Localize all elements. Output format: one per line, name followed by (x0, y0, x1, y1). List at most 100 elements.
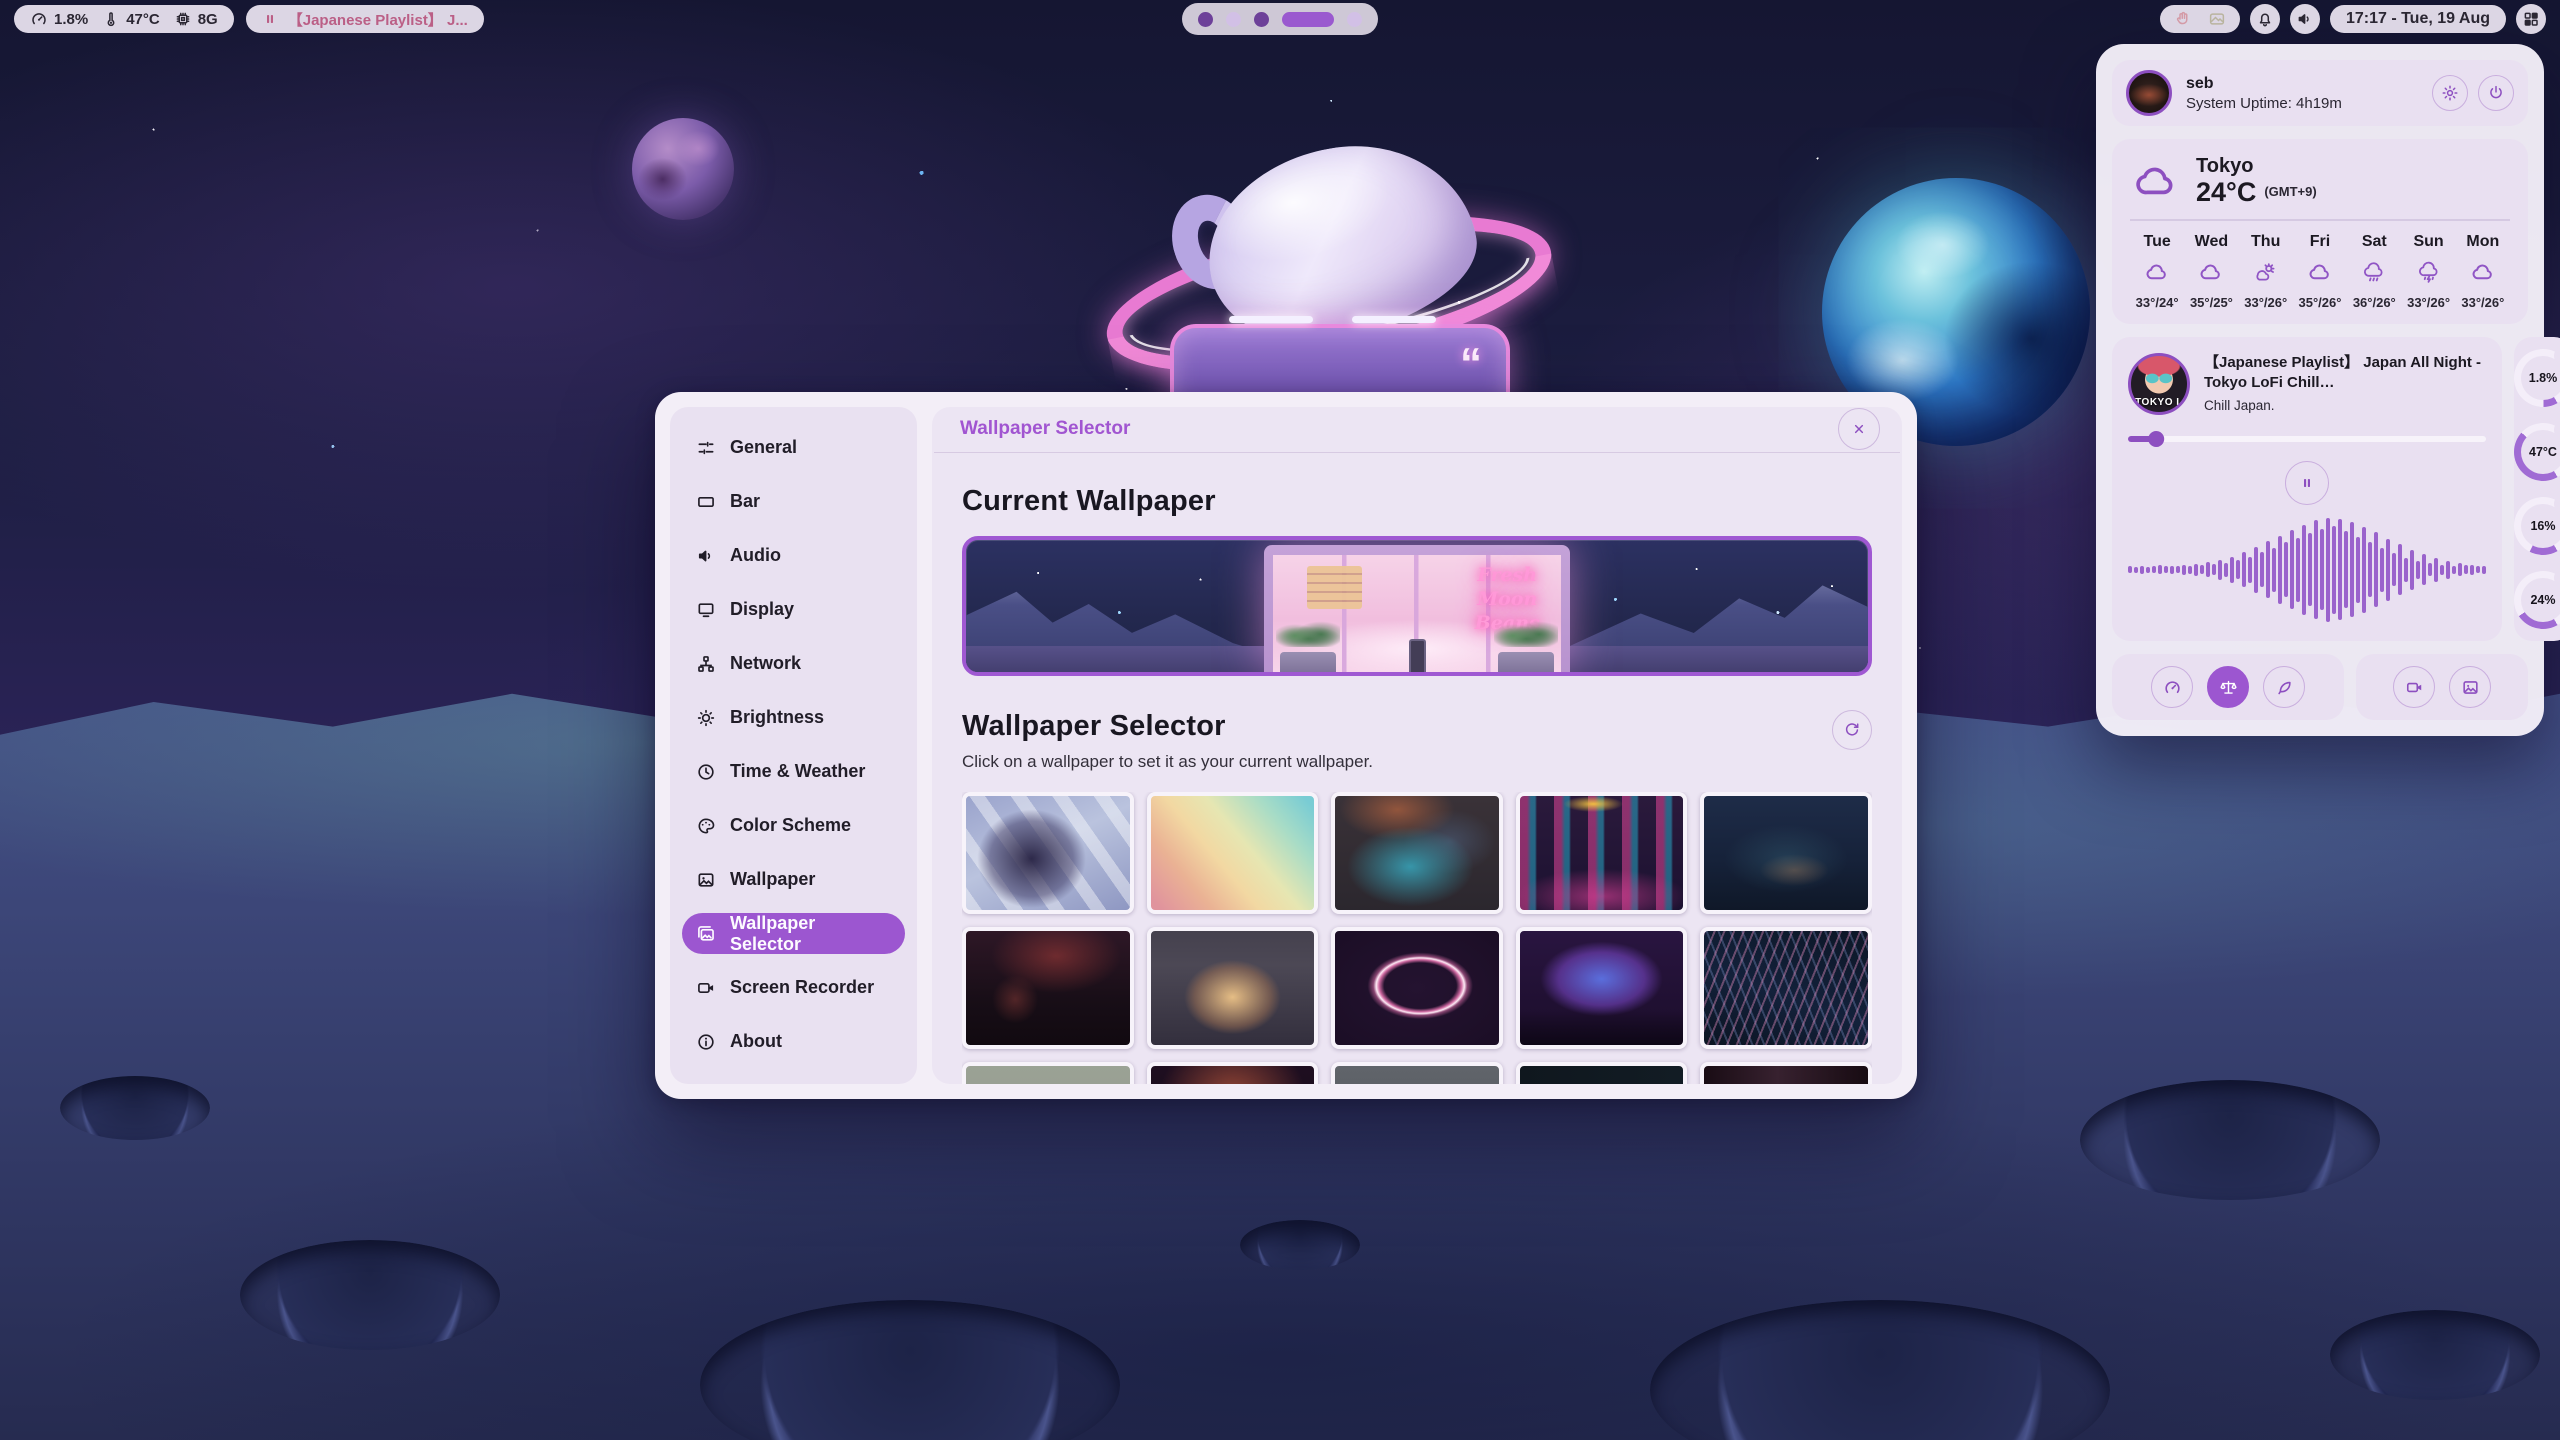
wallpaper-thumbnail[interactable] (1700, 792, 1872, 914)
sidebar-item-wallpaper-selector[interactable]: Wallpaper Selector (682, 913, 905, 954)
bar-right-cluster: 17:17 - Tue, 19 Aug (2160, 4, 2546, 34)
waveform-bar (2470, 565, 2474, 575)
settings-window: General Bar Audio Display Network Bright… (655, 392, 1917, 1099)
settings-main-panel: Wallpaper Selector Current Wallpaper Fre… (932, 407, 1902, 1084)
waveform-bar (2422, 554, 2426, 585)
hand-app-icon[interactable] (2174, 10, 2192, 28)
waveform-bar (2272, 548, 2276, 592)
wallpaper-thumbnail[interactable] (1516, 1062, 1688, 1084)
wallpaper-thumbnail[interactable] (1331, 927, 1503, 1049)
wallpaper-thumbnail[interactable] (1700, 927, 1872, 1049)
forecast-temps: 36°/26° (2347, 295, 2401, 310)
sidebar-item-audio[interactable]: Audio (682, 535, 905, 576)
videocam-icon (2405, 678, 2424, 697)
sidebar-label: Network (730, 653, 801, 674)
wallpaper-thumbnail[interactable] (1331, 792, 1503, 914)
waveform-bar (2152, 566, 2156, 573)
waveform-bar (2212, 564, 2216, 575)
sidebar-label: General (730, 437, 797, 458)
wallpaper-selector-heading: Wallpaper Selector (962, 710, 1373, 743)
wallpaper-thumbnail[interactable] (1516, 792, 1688, 914)
sidebar-item-network[interactable]: Network (682, 643, 905, 684)
volume-button[interactable] (2290, 4, 2320, 34)
temp-stat: 47°C (102, 10, 160, 28)
album-art-text: TOKYO L (2131, 397, 2187, 408)
waveform-bar (2254, 547, 2258, 593)
side-panel: seb System Uptime: 4h19m Tokyo 24°C (GMT… (2096, 44, 2544, 736)
sidebar-item-display[interactable]: Display (682, 589, 905, 630)
sidebar-item-time-weather[interactable]: Time & Weather (682, 751, 905, 792)
clock-text: 17:17 - Tue, 19 Aug (2346, 10, 2490, 28)
tune-icon (696, 438, 716, 458)
power-button[interactable] (2478, 75, 2514, 111)
close-button[interactable] (1838, 408, 1880, 450)
speaker-icon (2296, 10, 2314, 28)
palette-icon (696, 816, 716, 836)
album-art: TOKYO L (2128, 353, 2190, 415)
media-chip[interactable]: 【Japanese Playlist】 J... (246, 5, 484, 33)
preview-cafe-storefront: FreshMoonBeans (1264, 545, 1571, 672)
system-stats-pill[interactable]: 1.8% 47°C 8G (14, 5, 234, 33)
sidebar-item-bar[interactable]: Bar (682, 481, 905, 522)
window-title: Wallpaper Selector (960, 418, 1130, 440)
waveform-bar (2308, 533, 2312, 606)
cloud-icon (2184, 261, 2238, 285)
speedometer-icon (30, 10, 48, 28)
profile-performance-button[interactable] (2151, 666, 2193, 708)
clock-pill[interactable]: 17:17 - Tue, 19 Aug (2330, 5, 2506, 33)
notifications-button[interactable] (2250, 4, 2280, 34)
sidebar-label: About (730, 1031, 782, 1052)
sidebar-item-about[interactable]: About (682, 1021, 905, 1062)
disk-gauge: 24% (2514, 571, 2560, 629)
waveform-bar (2248, 557, 2252, 583)
memory-gauge: 16% (2514, 497, 2560, 555)
wallpaper-thumbnail[interactable] (1516, 927, 1688, 1049)
screen-record-button[interactable] (2393, 666, 2435, 708)
wallpaper-thumbnail[interactable] (1331, 1062, 1503, 1084)
workspace-dot-1[interactable] (1198, 12, 1213, 27)
image-icon (696, 870, 716, 890)
chip-icon (174, 10, 192, 28)
app-launcher-button[interactable] (2516, 4, 2546, 34)
waveform-bar (2314, 520, 2318, 619)
wallpaper-thumbnail[interactable] (962, 792, 1134, 914)
waveform-bar (2146, 567, 2150, 573)
current-wallpaper-preview[interactable]: FreshMoonBeans (962, 536, 1872, 676)
wallpaper-thumbnail[interactable] (962, 1062, 1134, 1084)
sidebar-item-general[interactable]: General (682, 427, 905, 468)
waveform-bar (2392, 553, 2396, 586)
wallpaper-thumbnail[interactable] (1147, 1062, 1319, 1084)
cloud-icon (2130, 261, 2184, 285)
workspace-dot-2[interactable] (1226, 12, 1241, 27)
workspace-dot-4[interactable] (1282, 12, 1334, 27)
play-pause-button[interactable] (2285, 461, 2329, 505)
waveform-bar (2140, 566, 2144, 574)
wallpaper-thumbnail[interactable] (1700, 1062, 1872, 1084)
weather-temp: 24°C (2196, 177, 2256, 207)
settings-button[interactable] (2432, 75, 2468, 111)
refresh-button[interactable] (1832, 710, 1872, 750)
media-player-card: TOKYO L 【Japanese Playlist】 Japan All Ni… (2112, 337, 2502, 642)
sidebar-item-color-scheme[interactable]: Color Scheme (682, 805, 905, 846)
workspace-dot-3[interactable] (1254, 12, 1269, 27)
profile-power-saver-button[interactable] (2263, 666, 2305, 708)
pause-icon (2299, 475, 2315, 491)
videocam-icon (696, 978, 716, 998)
wallpaper-thumbnail[interactable] (1147, 927, 1319, 1049)
workspace-dot-5[interactable] (1347, 12, 1362, 27)
profile-balanced-button[interactable] (2207, 666, 2249, 708)
sidebar-label: Audio (730, 545, 781, 566)
slider-thumb[interactable] (2148, 431, 2164, 447)
wallpaper-thumbnail[interactable] (1147, 792, 1319, 914)
sidebar-item-brightness[interactable]: Brightness (682, 697, 905, 738)
purple-planet (632, 118, 734, 220)
photo-app-icon[interactable] (2208, 10, 2226, 28)
wallpaper-thumbnail[interactable] (962, 927, 1134, 1049)
sidebar-item-screen-recorder[interactable]: Screen Recorder (682, 967, 905, 1008)
waveform-bar (2410, 550, 2414, 590)
media-progress-slider[interactable] (2128, 431, 2486, 447)
waveform-bar (2182, 565, 2186, 575)
sidebar-item-wallpaper[interactable]: Wallpaper (682, 859, 905, 900)
top-bar: 1.8% 47°C 8G 【Japanese Playlist】 J... (0, 0, 2560, 38)
screenshot-button[interactable] (2449, 666, 2491, 708)
